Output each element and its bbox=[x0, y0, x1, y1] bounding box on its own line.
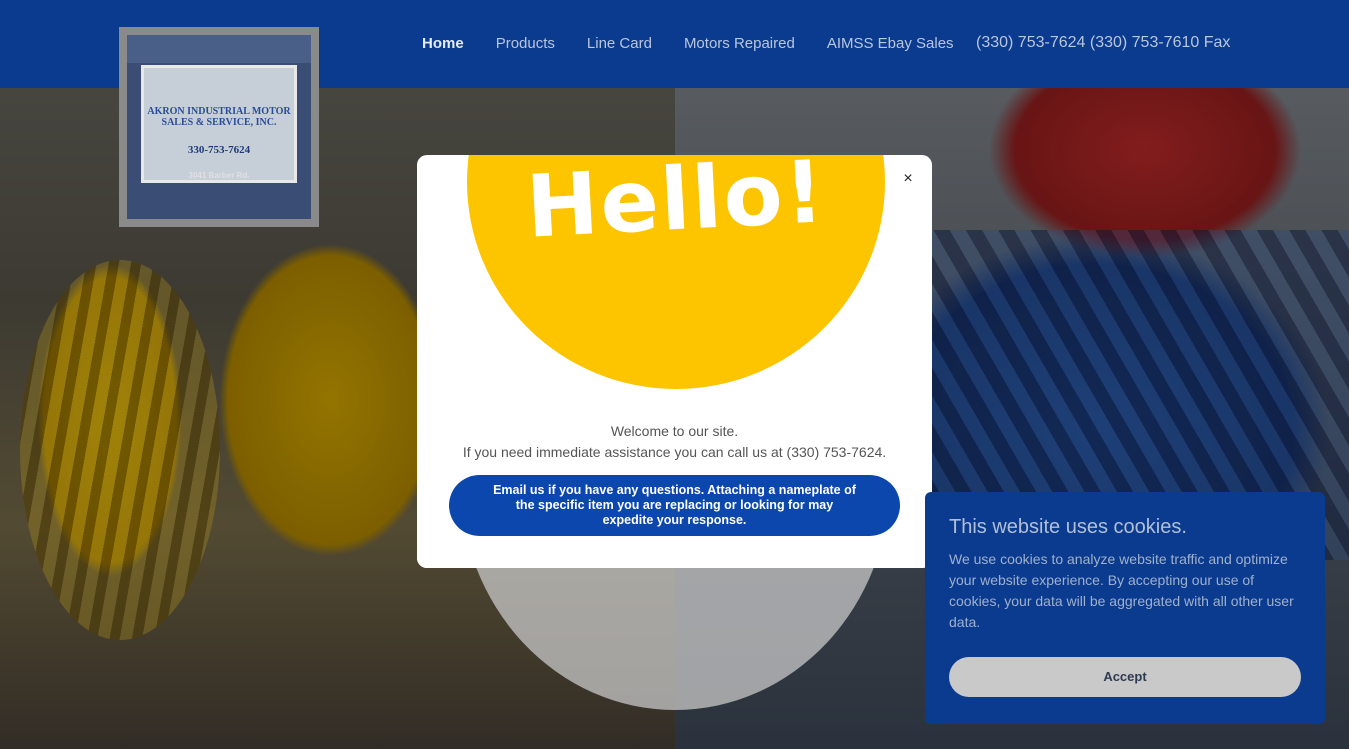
cookie-title: This website uses cookies. bbox=[949, 516, 1187, 538]
header-phone[interactable]: (330) 753-7624 (330) 753-7610 Fax bbox=[976, 34, 1230, 52]
assistance-text: If you need immediate assistance you can… bbox=[462, 444, 887, 460]
company-logo[interactable]: AKRON INDUSTRIAL MOTOR SALES & SERVICE, … bbox=[119, 27, 319, 227]
cookie-banner: This website uses cookies. We use cookie… bbox=[925, 492, 1325, 724]
nav-item-motors-repaired[interactable]: Motors Repaired bbox=[684, 35, 795, 52]
logo-photo: AKRON INDUSTRIAL MOTOR SALES & SERVICE, … bbox=[127, 35, 311, 219]
logo-sign-text: AKRON INDUSTRIAL MOTOR SALES & SERVICE, … bbox=[144, 106, 294, 128]
hello-text: Hello! bbox=[523, 155, 829, 258]
logo-roof bbox=[127, 35, 311, 63]
nav-item-line-card[interactable]: Line Card bbox=[587, 35, 652, 52]
welcome-text: Welcome to our site. bbox=[610, 423, 739, 439]
logo-line-1: AKRON INDUSTRIAL MOTOR bbox=[147, 106, 291, 117]
logo-line-2: SALES & SERVICE, INC. bbox=[161, 117, 277, 128]
cookie-body: We use cookies to analyze website traffi… bbox=[949, 551, 1294, 630]
logo-sign-phone: 330-753-7624 bbox=[187, 144, 251, 156]
nav-item-aimss-ebay-sales[interactable]: AIMSS Ebay Sales bbox=[827, 35, 954, 52]
close-button[interactable]: × bbox=[898, 169, 918, 189]
nav-item-products[interactable]: Products bbox=[496, 35, 555, 52]
main-nav: Home Products Line Card Motors Repaired … bbox=[422, 35, 954, 52]
nav-item-home[interactable]: Home bbox=[422, 35, 464, 52]
logo-sign: AKRON INDUSTRIAL MOTOR SALES & SERVICE, … bbox=[141, 65, 297, 183]
email-us-button[interactable]: Email us if you have any questions. Atta… bbox=[449, 475, 900, 536]
hello-image: Hello! bbox=[467, 155, 885, 389]
logo-address: 3041 Barber Rd. bbox=[188, 171, 250, 180]
welcome-modal: Hello! × Welcome to our site. If you nee… bbox=[417, 155, 932, 568]
accept-cookies-button[interactable]: Accept bbox=[949, 657, 1301, 697]
